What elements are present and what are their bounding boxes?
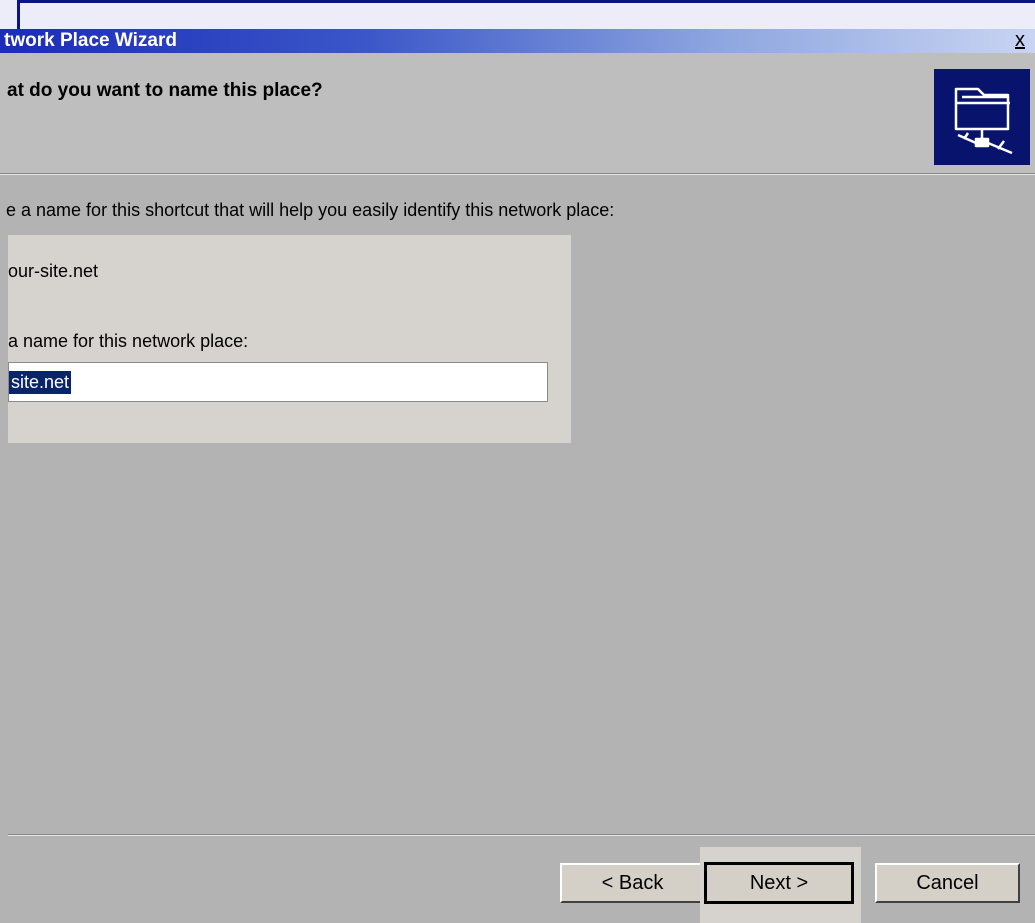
outer-border-top xyxy=(17,0,1035,3)
footer-divider-highlight xyxy=(8,835,1035,836)
wizard-header: at do you want to name this place? xyxy=(0,53,1035,173)
name-field-label: a name for this network place: xyxy=(8,331,249,351)
title-bar[interactable]: twork Place Wizard x xyxy=(0,29,1035,53)
page-heading: at do you want to name this place? xyxy=(7,80,323,101)
wizard-window: twork Place Wizard x at do you want to n… xyxy=(0,29,1035,923)
back-button[interactable]: < Back xyxy=(560,863,705,903)
name-panel: our-site.net a name for this network pla… xyxy=(8,235,571,443)
header-divider-highlight xyxy=(0,174,1035,175)
place-name-input[interactable]: site.net xyxy=(8,362,548,402)
close-button[interactable]: x xyxy=(1009,29,1031,52)
cancel-button[interactable]: Cancel xyxy=(875,863,1020,903)
next-button[interactable]: Next > xyxy=(704,862,854,904)
instruction-text: e a name for this shortcut that will hel… xyxy=(6,200,615,220)
screenshot-frame: twork Place Wizard x at do you want to n… xyxy=(0,0,1035,923)
place-name-selected-text: site.net xyxy=(9,371,72,394)
network-folder-icon xyxy=(934,69,1030,165)
network-address-text: our-site.net xyxy=(8,261,99,281)
window-title: twork Place Wizard xyxy=(4,30,177,51)
outer-border-left xyxy=(17,0,20,30)
close-icon: x xyxy=(1015,29,1025,51)
